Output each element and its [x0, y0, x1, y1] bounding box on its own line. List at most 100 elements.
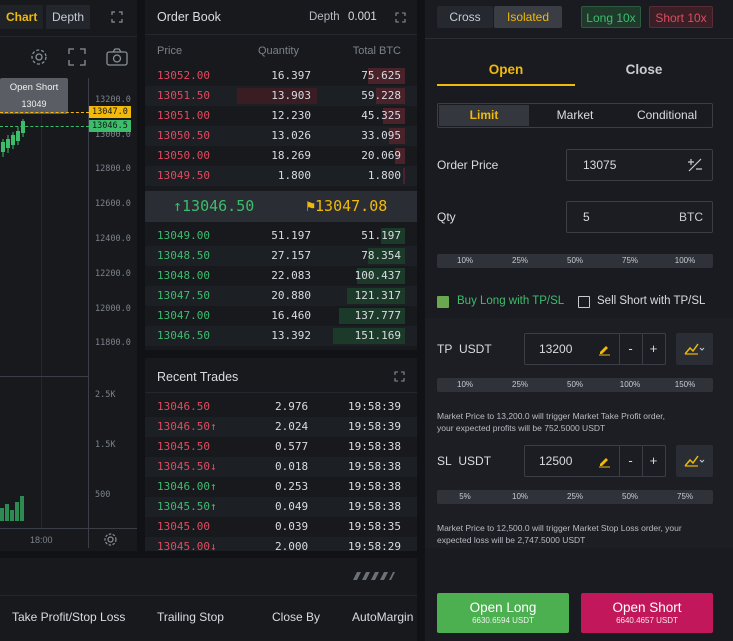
qty-pct-option[interactable]: 10%	[457, 254, 473, 268]
tp-pct-option[interactable]: 25%	[512, 378, 528, 392]
tab-trailing-stop[interactable]: Trailing Stop	[157, 610, 224, 624]
tab-close-by[interactable]: Close By	[272, 610, 320, 624]
order-price-input[interactable]: 13075	[566, 149, 713, 181]
open-short-marker[interactable]: Open Short 13049	[0, 78, 68, 114]
buy-long-tpsl-checkbox[interactable]	[437, 296, 449, 308]
open-long-button[interactable]: Open Long 6630.6594 USDT	[437, 593, 569, 633]
qty-pct-option[interactable]: 25%	[512, 254, 528, 268]
short-leverage-button[interactable]: Short 10x	[649, 6, 713, 28]
tp-pct-option[interactable]: 50%	[567, 378, 583, 392]
tab-depth[interactable]: Depth	[46, 5, 91, 29]
tp-minus-button[interactable]: -	[619, 334, 641, 364]
ask-row[interactable]: 13050.00 18.269 20.069	[145, 146, 417, 166]
sl-price-input[interactable]: 12500 - +	[524, 445, 666, 477]
tp-price-input[interactable]: 13200 - +	[524, 333, 666, 365]
margin-isolated-button[interactable]: Isolated	[494, 6, 562, 28]
qty-percent-slider[interactable]: 10% 25% 50% 75% 100%	[437, 254, 713, 268]
ask-row[interactable]: 13049.50 1.800 1.800	[145, 166, 417, 186]
last-price: 13046.50	[182, 197, 255, 215]
trade-direction-icon: ↓	[209, 540, 217, 551]
tp-percent-slider[interactable]: 10% 25% 50% 100% 150%	[437, 378, 713, 392]
sl-pct-option[interactable]: 50%	[622, 490, 638, 504]
depth-select[interactable]: 0.001	[348, 11, 377, 23]
order-type-limit[interactable]: Limit	[439, 105, 529, 126]
sl-trigger-type-select[interactable]	[676, 445, 713, 477]
tp-label-row: TP USDT	[437, 342, 492, 356]
edit-icon[interactable]	[598, 455, 611, 468]
margin-cross-button[interactable]: Cross	[437, 6, 493, 28]
trade-price: 13045.00↓	[157, 537, 217, 551]
sl-pct-option[interactable]: 5%	[459, 490, 471, 504]
sl-note-2: expected loss will be 2,747.5000 USDT	[437, 535, 586, 545]
tp-pct-option[interactable]: 150%	[675, 378, 695, 392]
sl-plus-button[interactable]: +	[642, 446, 664, 476]
bid-row[interactable]: 13049.00 51.197 51.197	[145, 226, 417, 246]
bid-row[interactable]: 13047.00 16.460 137.777	[145, 306, 417, 326]
qty-pct-option[interactable]: 75%	[622, 254, 638, 268]
order-type-market[interactable]: Market	[530, 105, 620, 126]
tp-plus-button[interactable]: +	[642, 334, 664, 364]
edit-icon[interactable]	[598, 343, 611, 356]
plus-minus-icon[interactable]	[688, 158, 702, 172]
row-quantity: 20.880	[271, 289, 311, 302]
trade-row: 13045.50 0.577 19:58:38	[145, 437, 417, 457]
divider	[425, 38, 733, 39]
ask-row[interactable]: 13052.00 16.397 75.625	[145, 66, 417, 86]
sl-pct-option[interactable]: 25%	[567, 490, 583, 504]
divider	[0, 595, 417, 596]
mark-price-line	[0, 112, 89, 113]
trade-quantity: 0.018	[275, 460, 309, 473]
sl-minus-button[interactable]: -	[619, 446, 641, 476]
trade-time: 19:58:35	[348, 520, 401, 533]
fullscreen-icon[interactable]	[68, 48, 86, 66]
open-short-button[interactable]: Open Short 6640.4657 USDT	[581, 593, 713, 633]
bid-row[interactable]: 13046.50 13.392 151.169	[145, 326, 417, 346]
qty-pct-option[interactable]: 100%	[675, 254, 695, 268]
tab-open[interactable]: Open	[437, 62, 575, 77]
ask-row[interactable]: 13051.00 12.230 45.325	[145, 106, 417, 126]
sl-pct-option[interactable]: 75%	[677, 490, 693, 504]
camera-icon[interactable]	[106, 48, 128, 66]
ask-row[interactable]: 13050.50 13.026 33.095	[145, 126, 417, 146]
long-leverage-button[interactable]: Long 10x	[581, 6, 641, 28]
expand-icon[interactable]	[395, 12, 406, 23]
gear-icon[interactable]	[103, 532, 118, 547]
volume-bars	[0, 496, 24, 521]
sl-pct-option[interactable]: 10%	[512, 490, 528, 504]
trade-quantity: 0.577	[275, 440, 309, 453]
spread-bar: ↑13046.50 ⚑13047.08	[145, 191, 417, 222]
bottom-bar: Take Profit/Stop Loss Trailing Stop Clos…	[0, 558, 417, 641]
expand-icon[interactable]	[111, 11, 123, 23]
bid-row[interactable]: 13047.50 20.880 121.317	[145, 286, 417, 306]
settings-icon[interactable]	[29, 47, 49, 67]
qty-input[interactable]: 5 BTC	[566, 201, 713, 233]
bid-row[interactable]: 13048.50 27.157 78.354	[145, 246, 417, 266]
row-quantity: 51.197	[271, 229, 311, 242]
order-type-conditional[interactable]: Conditional	[621, 105, 713, 126]
tp-pct-option[interactable]: 10%	[457, 378, 473, 392]
trade-price: 13045.50↑	[157, 497, 217, 517]
row-quantity: 13.392	[271, 329, 311, 342]
y-tick: 12600.0	[95, 199, 131, 209]
drag-handle-icon[interactable]	[350, 571, 395, 581]
tab-auto-margin[interactable]: AutoMargin	[352, 610, 413, 624]
tab-chart[interactable]: Chart	[0, 5, 44, 29]
sell-short-tpsl-checkbox[interactable]	[578, 296, 590, 308]
tp-pct-option[interactable]: 100%	[620, 378, 640, 392]
divider	[145, 34, 417, 35]
trigger-type-icon	[684, 455, 705, 467]
tab-close[interactable]: Close	[575, 62, 713, 77]
expand-icon[interactable]	[394, 371, 405, 382]
tp-trigger-type-select[interactable]	[676, 333, 713, 365]
sl-percent-slider[interactable]: 5% 10% 25% 50% 75%	[437, 490, 713, 504]
qty-pct-option[interactable]: 50%	[567, 254, 583, 268]
tab-take-profit-stop-loss[interactable]: Take Profit/Stop Loss	[12, 610, 125, 624]
trade-time: 19:58:29	[348, 540, 401, 551]
ask-row[interactable]: 13051.50 13.903 59.228	[145, 86, 417, 106]
row-total: 75.625	[361, 69, 401, 82]
trade-price-value: 13045.50	[157, 500, 210, 513]
trade-row: 13046.50 2.976 19:58:39	[145, 397, 417, 417]
bid-row[interactable]: 13048.00 22.083 100.437	[145, 266, 417, 286]
x-tick: 18:00	[30, 535, 53, 545]
trade-quantity: 0.049	[275, 500, 309, 513]
